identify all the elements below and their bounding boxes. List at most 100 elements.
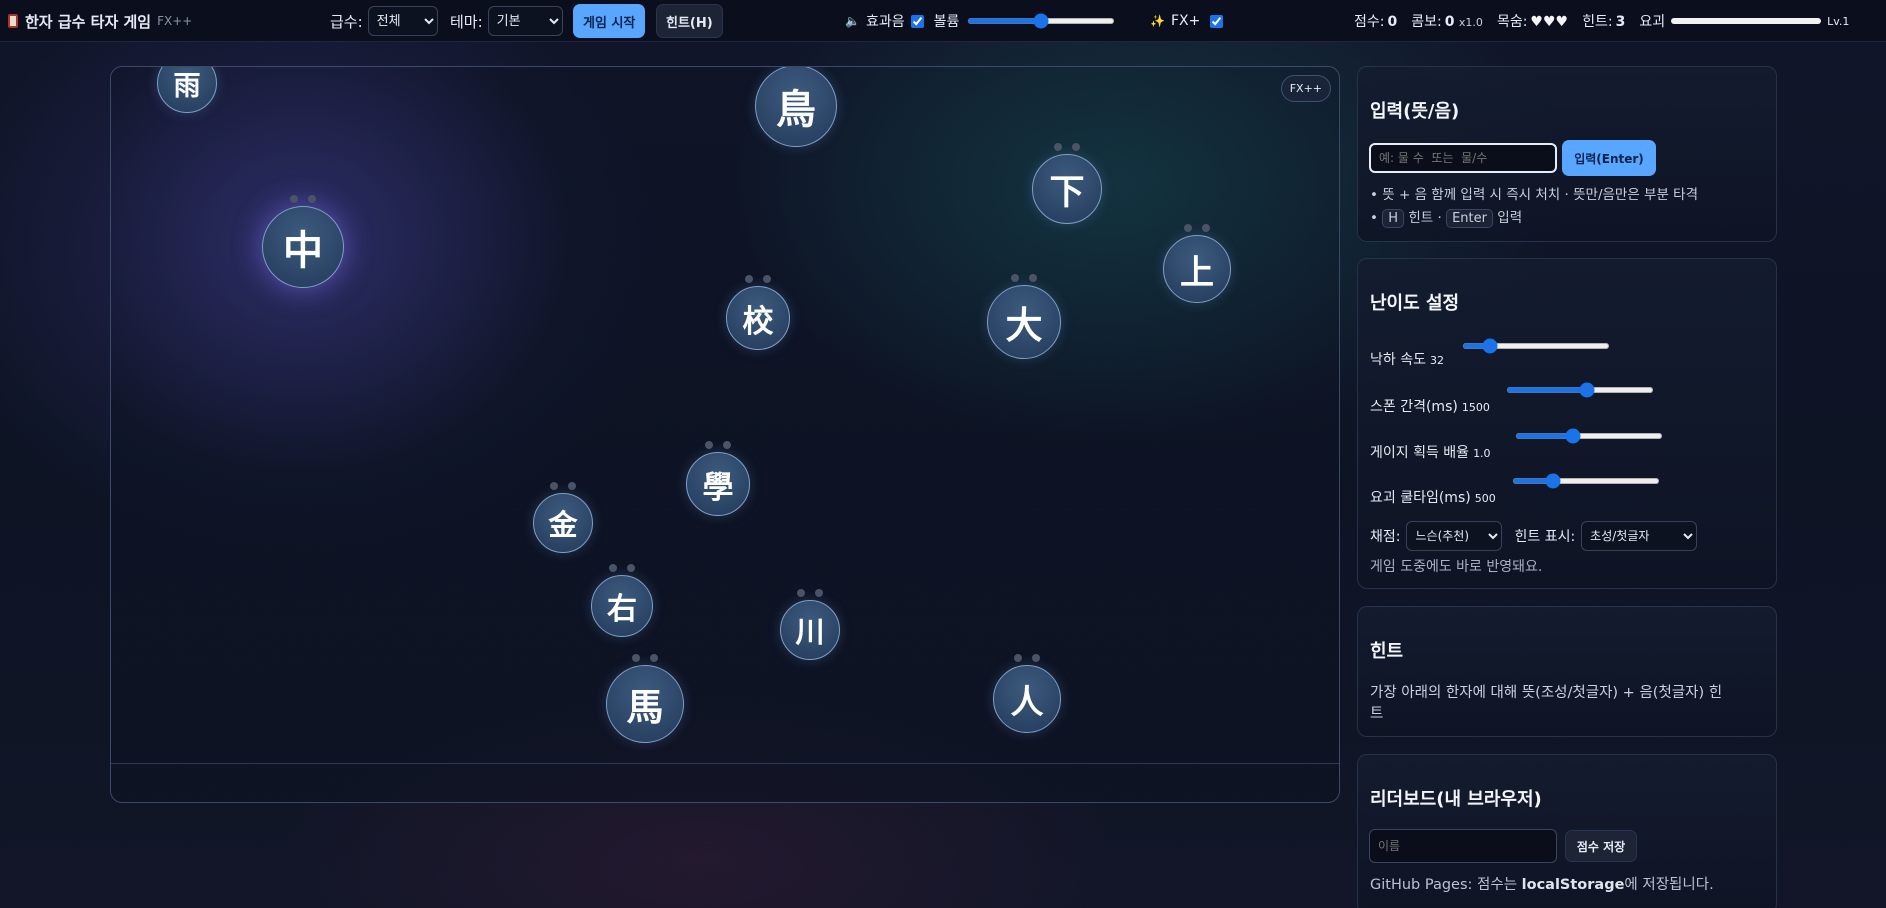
eyes-icon — [794, 589, 826, 597]
ult-label: 요괴 — [1639, 14, 1666, 30]
hint-panel-title: 힌트 — [1370, 641, 1404, 662]
storage-note: GitHub Pages: 점수는 localStorage에 저장됩니다. — [1370, 877, 1714, 893]
eyes-icon — [742, 275, 774, 283]
falling-hanja: 右 — [591, 564, 653, 637]
eyes-icon — [287, 195, 319, 203]
falling-hanja: 下 — [1032, 143, 1102, 224]
eyes-icon — [547, 482, 579, 490]
gauge-rate-value: 1.0 — [1473, 447, 1491, 460]
falling-hanja: 人 — [993, 654, 1061, 733]
speaker-icon: 🔈 — [845, 14, 860, 28]
ult-level: Lv.1 — [1827, 14, 1850, 28]
falling-hanja: 校 — [726, 275, 790, 350]
hint-display-label: 힌트 표시: — [1514, 529, 1576, 545]
ult-gauge — [1671, 18, 1822, 24]
fall-speed-slider[interactable] — [1462, 343, 1610, 349]
falling-hanja: 中 — [262, 195, 344, 288]
lives-hearts-icon: ♥♥♥ — [1530, 14, 1569, 30]
falling-hanja: 雨 — [157, 67, 217, 113]
eyes-icon — [1011, 654, 1043, 662]
hint-text-line-2: 트 — [1370, 706, 1384, 722]
status-area: 점수: 0 콤보: 0 x1.0 목숨: ♥♥♥ 힌트: 3 요괴 Lv.1 — [1354, 0, 1849, 42]
falling-hanja: 金 — [533, 482, 593, 553]
score-stat: 점수: 0 — [1354, 14, 1398, 30]
grade-control: 급수: 전체 — [330, 0, 438, 42]
app-brand: 한자 급수 타자 게임 FX++ — [8, 0, 192, 42]
hint-panel: 힌트 가장 아래의 한자에 대해 뜻(조성/첫글자) + 음(첫글자) 힌 트 — [1357, 606, 1777, 737]
spawn-interval-label: 스폰 간격(ms) 1500 — [1370, 399, 1490, 415]
score-value: 0 — [1387, 14, 1398, 30]
grading-select[interactable]: 느슨(추천) — [1406, 521, 1503, 551]
spawn-interval-value: 1500 — [1461, 401, 1490, 414]
mahjong-tile-icon — [8, 14, 18, 28]
start-game-button[interactable]: 게임 시작 — [573, 4, 646, 38]
fall-speed-label: 낙하 속도 32 — [1370, 352, 1444, 368]
key-enter: Enter — [1446, 209, 1493, 228]
lives-stat: 목숨: ♥♥♥ — [1496, 14, 1569, 30]
falling-hanja: 學 — [686, 441, 750, 516]
top-bar: 한자 급수 타자 게임 FX++ 급수: 전체 테마: 기본 게임 시작 힌트(… — [0, 0, 1886, 42]
ult-cooldown-value: 500 — [1474, 492, 1496, 505]
fx-label: FX+ — [1170, 13, 1201, 29]
fx-badge: FX++ — [1280, 75, 1331, 102]
eyes-icon — [1051, 143, 1083, 151]
fall-speed-value: 32 — [1429, 354, 1444, 367]
input-help-line-2: • H 힌트 · Enter 입력 — [1370, 209, 1523, 228]
fx-checkbox[interactable] — [1210, 14, 1224, 28]
player-name-input[interactable] — [1369, 829, 1557, 863]
volume-label: 볼륨 — [933, 14, 960, 30]
gauge-rate-label: 게이지 획득 배율 1.0 — [1370, 445, 1491, 461]
combo-value: 0 — [1444, 14, 1455, 30]
falling-hanja: 川 — [780, 589, 840, 660]
falling-hanja: 大 — [987, 274, 1061, 359]
sfx-label: 효과음 — [865, 14, 905, 30]
fx-tag: FX++ — [157, 14, 193, 28]
ult-cooldown-slider[interactable] — [1512, 478, 1660, 484]
theme-control: 테마: 기본 — [450, 0, 563, 42]
spawn-interval-slider[interactable] — [1506, 387, 1654, 393]
app-title: 한자 급수 타자 게임 — [25, 12, 152, 31]
leaderboard-panel: 리더보드(내 브라우저) 점수 저장 GitHub Pages: 점수는 loc… — [1357, 754, 1777, 908]
hint-display-select[interactable]: 초성/첫글자 — [1581, 521, 1698, 551]
difficulty-panel: 난이도 설정 낙하 속도 32 스폰 간격(ms) 1500 게이지 획득 배율 1.… — [1357, 258, 1777, 589]
combo-multiplier: x1.0 — [1458, 16, 1483, 29]
ult-cooldown-label: 요괴 쿨타임(ms) 500 — [1370, 490, 1496, 506]
sparkle-icon: ✨ — [1150, 14, 1165, 28]
fx-controls: ✨ FX+ — [1150, 0, 1229, 42]
falling-hanja: 上 — [1163, 224, 1231, 303]
volume-slider[interactable] — [967, 18, 1116, 24]
grading-row: 채점: 느슨(추천) 힌트 표시: 초성/첫글자 — [1370, 521, 1698, 551]
eyes-icon — [1181, 224, 1213, 232]
gauge-rate-slider[interactable] — [1515, 433, 1663, 439]
input-panel-title: 입력(뜻/음) — [1370, 101, 1460, 122]
theme-select[interactable]: 기본 — [487, 6, 563, 36]
theme-label: 테마: — [450, 12, 483, 31]
answer-input[interactable] — [1369, 143, 1557, 173]
sound-controls: 🔈 효과음 볼륨 — [845, 0, 1116, 42]
ground-line — [111, 763, 1339, 764]
hint-button[interactable]: 힌트(H) — [656, 4, 723, 38]
leaderboard-title: 리더보드(내 브라우저) — [1370, 789, 1542, 810]
difficulty-panel-title: 난이도 설정 — [1370, 293, 1460, 314]
eyes-icon — [1008, 274, 1040, 282]
input-help-line-1: • 뜻 + 음 함께 입력 시 즉시 처치 · 뜻만/음만은 부분 타격 — [1370, 187, 1699, 203]
falling-hanja: 鳥 — [755, 67, 837, 147]
difficulty-note: 게임 도중에도 바로 반영돼요. — [1370, 559, 1543, 575]
grading-label: 채점: — [1370, 529, 1401, 545]
hint-text-line-1: 가장 아래의 한자에 대해 뜻(조성/첫글자) + 음(첫글자) 힌 — [1370, 685, 1723, 701]
grade-select[interactable]: 전체 — [367, 6, 438, 36]
key-h: H — [1382, 209, 1405, 228]
hints-stat: 힌트: 3 — [1582, 14, 1626, 30]
combo-stat: 콤보: 0 x1.0 — [1411, 14, 1483, 30]
eyes-icon — [606, 564, 638, 572]
input-panel: 입력(뜻/음) 입력(Enter) • 뜻 + 음 함께 입력 시 즉시 처치 … — [1357, 66, 1777, 242]
submit-answer-button[interactable]: 입력(Enter) — [1562, 140, 1656, 176]
sfx-checkbox[interactable] — [910, 14, 924, 28]
hints-value: 3 — [1615, 14, 1626, 30]
grade-label: 급수: — [330, 12, 363, 31]
eyes-icon — [629, 654, 661, 662]
eyes-icon — [702, 441, 734, 449]
falling-hanja: 馬 — [606, 654, 684, 743]
game-arena[interactable]: FX++ 雨 鳥 下 中 上 校 大 學 金 右 川 馬 人 — [110, 66, 1340, 803]
save-score-button[interactable]: 점수 저장 — [1565, 830, 1637, 862]
